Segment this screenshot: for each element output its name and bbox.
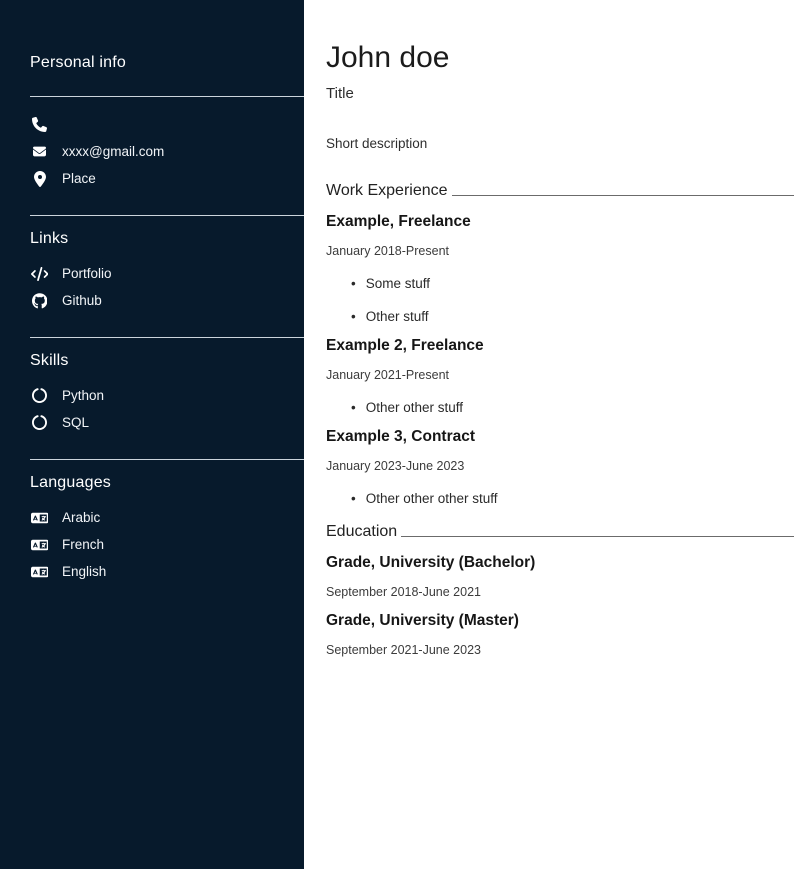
section-entries: Grade, University (Bachelor) September 2…: [326, 554, 794, 657]
entry-title: Example 3, Contract: [326, 428, 794, 446]
sidebar-item: [30, 111, 304, 138]
sidebar-section-list: xxxx@gmail.com Place: [30, 111, 304, 192]
resume-main: John doe Title Short description Work Ex…: [304, 0, 794, 657]
resume-entry: Example 2, Freelance January 2021-Presen…: [326, 337, 794, 415]
sidebar-item-label: Python: [62, 388, 104, 403]
entry-title: Grade, University (Bachelor): [326, 554, 794, 572]
envelope-icon: [30, 145, 49, 158]
section-title: Work Experience: [326, 182, 448, 200]
sidebar-section: Personal info xxxx@gmail.com Place: [30, 54, 304, 192]
sidebar-section-title: Personal info: [30, 54, 304, 72]
entry-date: January 2021-Present: [326, 368, 794, 382]
resume-entry: Example, Freelance January 2018-Present …: [326, 213, 794, 324]
section-header: Education: [326, 523, 794, 541]
entry-bullet-list: Some stuff Other stuff: [326, 276, 794, 324]
sidebar-section-title: Skills: [30, 352, 304, 370]
resume-entry: Grade, University (Master) September 202…: [326, 612, 794, 657]
sidebar-item-label[interactable]: Portfolio: [62, 266, 112, 281]
resume-section: Work Experience Example, Freelance Janua…: [326, 182, 794, 506]
sidebar-item: English: [30, 558, 304, 585]
entry-bullet: Other stuff: [326, 309, 794, 324]
entry-date: September 2021-June 2023: [326, 643, 794, 657]
sidebar-item-label: English: [62, 564, 106, 579]
github-icon: [30, 293, 49, 309]
entry-bullet: Some stuff: [326, 276, 794, 291]
phone-icon: [30, 117, 49, 132]
sidebar-section: Skills Python SQL: [30, 352, 304, 436]
circle-notch-icon: [30, 388, 49, 403]
person-title: Title: [326, 85, 794, 102]
sidebar-divider: [30, 96, 304, 97]
location-pin-icon: [30, 171, 49, 187]
language-icon: [30, 538, 49, 552]
section-title: Education: [326, 523, 397, 541]
sidebar-item[interactable]: Github: [30, 287, 304, 314]
sidebar-item-label: Arabic: [62, 510, 100, 525]
entry-date: January 2023-June 2023: [326, 459, 794, 473]
entry-title: Grade, University (Master): [326, 612, 794, 630]
sidebar-divider: [30, 459, 304, 460]
sidebar-item[interactable]: xxxx@gmail.com: [30, 138, 304, 165]
sidebar-item-label: Place: [62, 171, 96, 186]
sidebar-item: Python: [30, 382, 304, 409]
entry-bullet-list: Other other stuff: [326, 400, 794, 415]
section-divider-line: [401, 536, 794, 537]
sidebar-item: French: [30, 531, 304, 558]
section-entries: Example, Freelance January 2018-Present …: [326, 213, 794, 506]
person-description: Short description: [326, 136, 794, 151]
sidebar-item: Place: [30, 165, 304, 192]
sidebar-item: SQL: [30, 409, 304, 436]
entry-bullet: Other other stuff: [326, 400, 794, 415]
sidebar-section-list: Arabic French English: [30, 504, 304, 585]
sidebar-section-list: Portfolio Github: [30, 260, 304, 314]
sidebar-section: Links Portfolio Github: [30, 230, 304, 314]
sidebar-item[interactable]: Portfolio: [30, 260, 304, 287]
entry-date: January 2018-Present: [326, 244, 794, 258]
language-icon: [30, 565, 49, 579]
entry-title: Example 2, Freelance: [326, 337, 794, 355]
resume-section: Education Grade, University (Bachelor) S…: [326, 523, 794, 657]
entry-date: September 2018-June 2021: [326, 585, 794, 599]
sidebar: Personal info xxxx@gmail.com Place Links…: [0, 0, 304, 869]
sidebar-item: Arabic: [30, 504, 304, 531]
resume-entry: Example 3, Contract January 2023-June 20…: [326, 428, 794, 506]
entry-title: Example, Freelance: [326, 213, 794, 231]
sidebar-divider: [30, 215, 304, 216]
sidebar-divider: [30, 337, 304, 338]
code-icon: [30, 267, 49, 281]
section-divider-line: [452, 195, 794, 196]
entry-bullet: Other other other stuff: [326, 491, 794, 506]
sidebar-section: Languages Arabic French English: [30, 474, 304, 585]
circle-notch-icon: [30, 415, 49, 430]
entry-bullet-list: Other other other stuff: [326, 491, 794, 506]
language-icon: [30, 511, 49, 525]
section-header: Work Experience: [326, 182, 794, 200]
sidebar-section-title: Languages: [30, 474, 304, 492]
sidebar-item-label[interactable]: Github: [62, 293, 102, 308]
sidebar-section-list: Python SQL: [30, 382, 304, 436]
sidebar-item-label: SQL: [62, 415, 89, 430]
sidebar-item-label[interactable]: xxxx@gmail.com: [62, 144, 164, 159]
sidebar-item-label: French: [62, 537, 104, 552]
person-name: John doe: [326, 42, 794, 74]
resume-entry: Grade, University (Bachelor) September 2…: [326, 554, 794, 599]
sidebar-section-title: Links: [30, 230, 304, 248]
